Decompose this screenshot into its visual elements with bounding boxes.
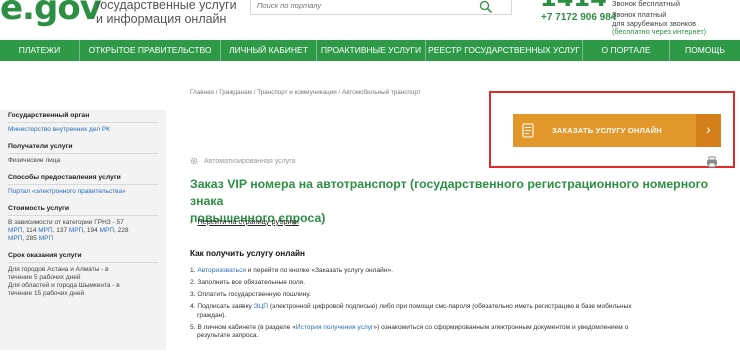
tagline-line-2: и информация онлайн (96, 12, 227, 26)
step-text: (электронной цифровой подписью) либо при… (268, 303, 632, 310)
methods-title: Способы предоставления услуги (8, 174, 158, 185)
step-text: ») ознакомиться со сформированным электр… (373, 323, 629, 331)
mrp-link[interactable]: МРП (69, 227, 83, 234)
nav-help[interactable]: ПОМОЩЬ (670, 40, 740, 61)
service-sidebar: Государственный орган Министерство внутр… (0, 110, 166, 350)
search-input[interactable] (257, 1, 467, 10)
mrp-link[interactable]: МРП (100, 227, 114, 234)
recipients-value: Физические лица (8, 157, 61, 164)
paid-call-info: Звонок платный для зарубежных звонков (б… (612, 10, 707, 37)
mrp-link[interactable]: МРП (8, 227, 22, 234)
breadcrumb[interactable]: Главная / Гражданам / Транспорт и коммун… (190, 89, 421, 96)
chevron-left-icon: ‹ (190, 217, 193, 226)
mrp-link[interactable]: МРП (39, 235, 53, 242)
howto-steps: 1. Авторизоваться и перейти по кнопке «З… (190, 267, 730, 344)
recipients-block: Получатели услуги Физические лица (8, 143, 158, 165)
phone-number[interactable]: +7 7172 906 984 (541, 12, 616, 23)
step-text: и перейти по кнопке «Заказать услугу онл… (245, 267, 393, 274)
recipients-title: Получатели услуги (8, 143, 158, 154)
auto-service-text: Автоматизированная услуга (204, 157, 296, 165)
nav-payments[interactable]: ПЛАТЕЖИ (0, 40, 80, 61)
gov-body-link[interactable]: Министерство внутренних дел РК (8, 126, 158, 134)
order-online-label: ЗАКАЗАТЬ УСЛУГУ ОНЛАЙН (552, 126, 662, 135)
egov-logo[interactable]: e.gov (0, 0, 102, 28)
document-icon (513, 114, 543, 147)
cost-value: , 285 (22, 235, 39, 242)
site-tagline: государственные услуги и информация онла… (96, 0, 237, 26)
nav-proactive-services[interactable]: ПРОАКТИВНЫЕ УСЛУГИ (317, 40, 426, 61)
step-text: 5. В личном кабинете (в разделе « (190, 323, 296, 331)
history-link[interactable]: История получения услуг (296, 324, 374, 331)
main-nav: ПЛАТЕЖИ ОТКРЫТОЕ ПРАВИТЕЛЬСТВО ЛИЧНЫЙ КА… (0, 40, 740, 61)
auto-service-label: Автоматизированная услуга (190, 157, 296, 165)
term-line-1b: течение 5 рабочих дней (8, 274, 81, 281)
eds-link[interactable]: ЭЦП (254, 303, 268, 310)
nav-about[interactable]: О ПОРТАЛЕ (583, 40, 670, 61)
page-title-line-1: Заказ VIP номера на автотранспорт (госуд… (190, 177, 709, 208)
search-icon[interactable] (479, 0, 493, 14)
howto-title: Как получить услугу онлайн (190, 249, 305, 258)
step-item: 5. В личном кабинете (в разделе «История… (190, 324, 730, 341)
chevron-right-icon[interactable]: › (696, 114, 721, 147)
cost-value: , 228 (114, 227, 129, 234)
order-online-button[interactable]: ЗАКАЗАТЬ УСЛУГУ ОНЛАЙН (513, 114, 696, 147)
cost-line-2: МРП, 114 МРП, 137 МРП, 194 МРП, 228 (8, 227, 158, 235)
nav-services-registry[interactable]: РЕЕСТР ГОСУДАРСТВЕННЫХ УСЛУГ (426, 40, 583, 61)
mrp-link[interactable]: МРП (38, 227, 52, 234)
gov-body-title: Государственный орган (8, 112, 158, 123)
gear-icon (190, 157, 198, 165)
cost-value: , 194 (83, 227, 100, 234)
step-text: 4. Подписать заявку (190, 303, 254, 310)
search-box (250, 0, 512, 15)
methods-link[interactable]: Портал «электронного правительства» (8, 188, 158, 196)
back-to-category-link[interactable]: ‹ Перейти на страницу рубрики (190, 217, 299, 226)
step-item: 4. Подписать заявку ЭЦП (электронной циф… (190, 303, 730, 320)
step-item: 2. Заполнить все обязательные поля. (190, 279, 306, 286)
nav-personal-account[interactable]: ЛИЧНЫЙ КАБИНЕТ (221, 40, 317, 61)
authorize-link[interactable]: Авторизоваться (197, 267, 246, 274)
free-call-label: Звонок бесплатный (612, 0, 681, 8)
step-item: 3. Оплатить государственную пошлину. (190, 291, 311, 298)
methods-block: Способы предоставления услуги Портал «эл… (8, 174, 158, 196)
mrp-link[interactable]: МРП (8, 235, 22, 242)
cost-line-3: МРП, 285 МРП (8, 235, 158, 243)
term-line-1a: Для городов Астана и Алматы - в (8, 266, 109, 273)
cost-value: , 114 (22, 227, 39, 234)
cost-value: , 137 (52, 227, 69, 234)
cost-prefix: В зависимости от категории ГРНЗ - 57 (8, 219, 124, 226)
tagline-line-1: государственные услуги (96, 0, 237, 12)
back-link-text: Перейти на страницу рубрики (197, 217, 299, 226)
gov-body-block: Государственный орган Министерство внутр… (8, 112, 158, 134)
site-header: e.gov государственные услуги и информаци… (0, 0, 740, 40)
term-line-2a: Для областей и города Шымкента - в (8, 282, 120, 289)
nav-open-government[interactable]: ОТКРЫТОЕ ПРАВИТЕЛЬСТВО (80, 40, 221, 61)
print-icon[interactable] (706, 156, 718, 168)
cost-block: Стоимость услуги В зависимости от катего… (8, 205, 158, 243)
cost-title: Стоимость услуги (8, 205, 158, 216)
call-center-number[interactable]: 1414 (540, 0, 607, 12)
free-internet-label: (бесплатно через интернет) (612, 27, 707, 36)
step-text: результате запроса. (197, 332, 259, 339)
step-item: 1. Авторизоваться и перейти по кнопке «З… (190, 267, 730, 276)
term-title: Срок оказания услуги (8, 252, 158, 263)
term-line-2b: течение 15 рабочих дней (8, 290, 85, 297)
term-block: Срок оказания услуги Для городов Астана … (8, 252, 158, 298)
step-text: граждан). (197, 311, 227, 319)
